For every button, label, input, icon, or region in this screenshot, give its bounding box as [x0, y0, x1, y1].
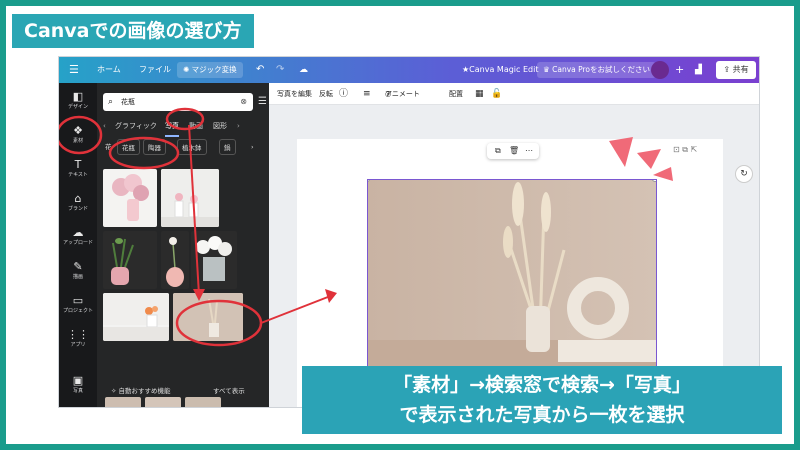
- slide-title: Canvaでの画像の選び方: [12, 14, 254, 48]
- canva-screenshot: ☰ ホーム ファイル ✺ マジック変換 ↶ ↷ ☁ ★Canva Magic E…: [58, 56, 760, 408]
- arrow-down-head: [193, 289, 205, 301]
- instruction-caption: 「素材」→検索窓で検索→「写真」 で表示された写真から一枚を選択: [302, 366, 782, 434]
- arrow-down: [188, 124, 200, 296]
- arrow-right-head: [325, 289, 337, 303]
- elements-highlight-circle: [59, 115, 103, 155]
- annotation-overlay: [59, 107, 673, 347]
- sparkle-accent: [609, 137, 633, 167]
- photos-tab-highlight-circle: [165, 107, 205, 131]
- search-highlight-circle: [108, 136, 180, 170]
- sparkle-accent: [637, 149, 661, 169]
- thumbnail-highlight-circle: [175, 299, 263, 347]
- arrow-right: [260, 294, 334, 324]
- caption-line-2: で表示された写真から一枚を選択: [399, 404, 685, 426]
- sparkle-accent: [653, 167, 673, 181]
- caption-line-1: 「素材」→検索窓で検索→「写真」: [393, 374, 691, 396]
